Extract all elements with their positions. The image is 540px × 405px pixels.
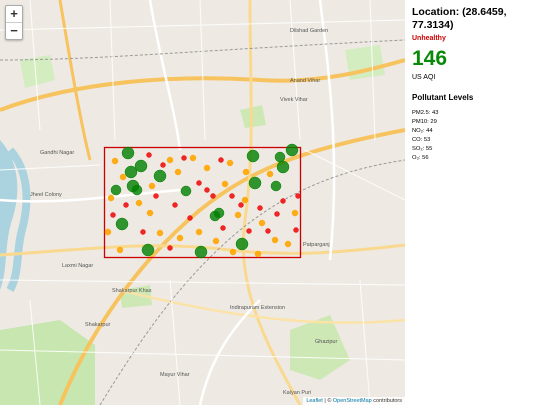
- aqi-marker[interactable]: [172, 202, 178, 208]
- aqi-marker[interactable]: [119, 173, 127, 181]
- aqi-marker[interactable]: [266, 170, 274, 178]
- aqi-marker[interactable]: [135, 199, 143, 207]
- aqi-marker[interactable]: [257, 205, 263, 211]
- aqi-marker[interactable]: [116, 246, 124, 254]
- aqi-marker[interactable]: [229, 248, 237, 256]
- aqi-marker[interactable]: [295, 193, 301, 199]
- aqi-marker[interactable]: [209, 210, 221, 222]
- aqi-marker[interactable]: [210, 193, 216, 199]
- aqi-marker[interactable]: [271, 236, 279, 244]
- info-panel: Location: (28.6459, 77.3134) Unhealthy 1…: [412, 0, 538, 405]
- pollutant-pm10: PM10: 29: [412, 119, 437, 125]
- aqi-overlay: [103, 143, 302, 259]
- aqi-marker[interactable]: [110, 212, 116, 218]
- aqi-marker[interactable]: [156, 229, 164, 237]
- aqi-marker[interactable]: [166, 156, 174, 164]
- aqi-marker[interactable]: [194, 245, 208, 259]
- pollutant-title: Pollutant Levels: [412, 93, 474, 102]
- aqi-marker[interactable]: [226, 159, 234, 167]
- aqi-marker[interactable]: [220, 225, 226, 231]
- aqi-marker[interactable]: [115, 217, 129, 231]
- aqi-marker[interactable]: [176, 234, 184, 242]
- aqi-unit: US AQI: [412, 74, 436, 81]
- location-heading: Location: (28.6459, 77.3134): [412, 6, 507, 31]
- aqi-marker[interactable]: [148, 182, 156, 190]
- aqi-marker[interactable]: [274, 151, 286, 163]
- aqi-markers: [104, 143, 301, 259]
- aqi-marker[interactable]: [238, 202, 244, 208]
- aqi-marker[interactable]: [212, 237, 220, 245]
- aqi-marker[interactable]: [285, 143, 299, 157]
- selection-box: [103, 146, 302, 259]
- aqi-marker[interactable]: [293, 227, 299, 233]
- aqi-marker[interactable]: [123, 202, 129, 208]
- aqi-marker[interactable]: [111, 157, 119, 165]
- aqi-marker[interactable]: [189, 154, 197, 162]
- map-view[interactable]: Dilshad Garden Patparganj Gandhi Nagar L…: [0, 0, 405, 405]
- aqi-marker[interactable]: [203, 164, 211, 172]
- aqi-marker[interactable]: [181, 155, 187, 161]
- zoom-out-button[interactable]: −: [6, 22, 22, 39]
- aqi-marker[interactable]: [124, 165, 138, 179]
- aqi-marker[interactable]: [270, 180, 282, 192]
- aqi-marker[interactable]: [180, 185, 192, 197]
- pollutant-pm25: PM2.5: 43: [412, 110, 439, 116]
- aqi-marker[interactable]: [235, 237, 249, 251]
- aqi-marker[interactable]: [254, 250, 262, 258]
- pollutant-co: CO: 53: [412, 137, 431, 143]
- zoom-in-button[interactable]: +: [6, 6, 22, 22]
- aqi-marker[interactable]: [242, 168, 250, 176]
- pollutant-so2: SO₂: 55: [412, 146, 433, 152]
- aqi-marker[interactable]: [140, 229, 146, 235]
- aqi-marker[interactable]: [146, 152, 152, 158]
- osm-link[interactable]: OpenStreetMap: [333, 398, 372, 404]
- aqi-marker[interactable]: [153, 169, 167, 183]
- leaflet-link[interactable]: Leaflet: [306, 398, 323, 404]
- aqi-marker[interactable]: [284, 240, 292, 248]
- aqi-category: Unhealthy: [412, 35, 446, 42]
- aqi-marker[interactable]: [121, 146, 135, 160]
- aqi-marker[interactable]: [246, 149, 260, 163]
- aqi-marker[interactable]: [167, 245, 173, 251]
- aqi-marker[interactable]: [195, 228, 203, 236]
- aqi-marker[interactable]: [196, 180, 202, 186]
- attribution-separator: | ©: [322, 398, 333, 404]
- aqi-marker[interactable]: [221, 180, 229, 188]
- aqi-marker[interactable]: [276, 160, 290, 174]
- zoom-control: + −: [5, 5, 23, 40]
- aqi-marker[interactable]: [280, 198, 286, 204]
- pollutant-no2: NO₂: 44: [412, 128, 433, 134]
- aqi-marker[interactable]: [229, 193, 235, 199]
- aqi-marker[interactable]: [258, 219, 266, 227]
- aqi-value: 146: [412, 47, 448, 70]
- aqi-marker[interactable]: [187, 215, 193, 221]
- aqi-marker[interactable]: [246, 228, 252, 234]
- aqi-marker[interactable]: [234, 211, 242, 219]
- aqi-marker[interactable]: [274, 211, 280, 217]
- aqi-marker[interactable]: [110, 184, 122, 196]
- aqi-marker[interactable]: [241, 196, 249, 204]
- map-attribution: Leaflet | © OpenStreetMap contributors: [303, 397, 405, 405]
- aqi-marker[interactable]: [174, 168, 182, 176]
- aqi-marker[interactable]: [218, 157, 224, 163]
- aqi-marker[interactable]: [146, 209, 154, 217]
- aqi-marker[interactable]: [204, 187, 210, 193]
- aqi-marker[interactable]: [107, 194, 115, 202]
- aqi-marker[interactable]: [291, 209, 299, 217]
- aqi-marker[interactable]: [153, 193, 159, 199]
- aqi-marker[interactable]: [131, 184, 143, 196]
- attribution-tail: contributors: [371, 398, 402, 404]
- aqi-marker[interactable]: [160, 162, 166, 168]
- aqi-marker[interactable]: [141, 243, 155, 257]
- pollutant-o3: O₃: 56: [412, 155, 429, 161]
- aqi-marker[interactable]: [265, 228, 271, 234]
- aqi-marker[interactable]: [104, 228, 112, 236]
- aqi-marker[interactable]: [248, 176, 262, 190]
